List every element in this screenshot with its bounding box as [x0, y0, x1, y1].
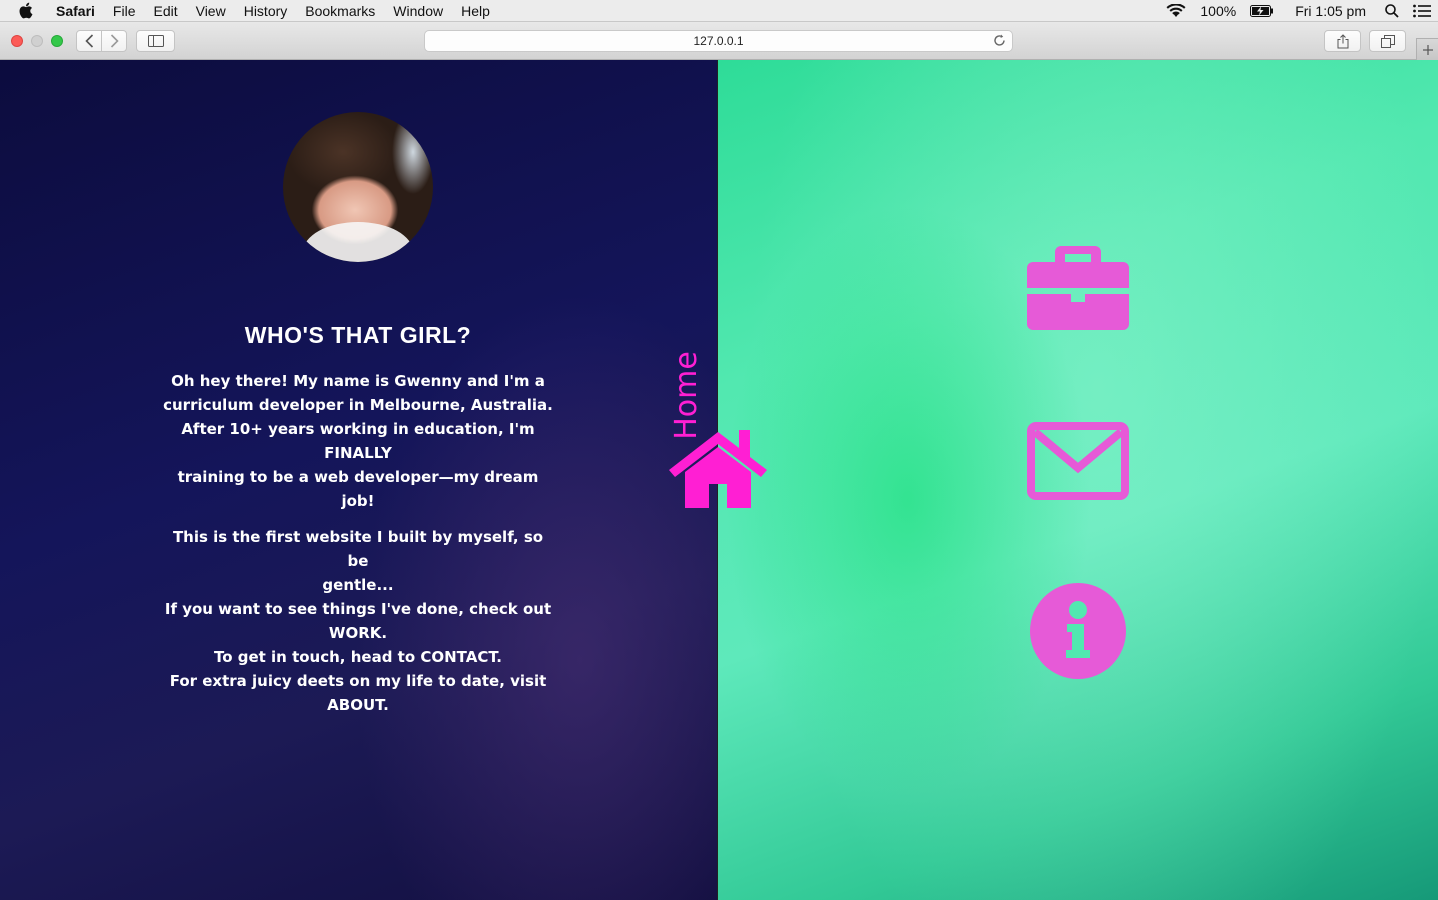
url-text: 127.0.0.1 [693, 34, 744, 48]
menu-view[interactable]: View [187, 3, 235, 19]
detail-line: For extra juicy deets on my life to date… [169, 672, 547, 690]
intro-line: curriculum developer in Melbourne, Austr… [163, 396, 553, 414]
menu-history[interactable]: History [235, 3, 297, 19]
profile-photo-shirt [303, 222, 413, 262]
briefcase-icon[interactable] [1027, 242, 1129, 332]
tabs-icon [1380, 34, 1395, 48]
share-button[interactable] [1324, 30, 1361, 52]
home-label-text: Home [668, 350, 704, 440]
browser-toolbar: 127.0.0.1 [0, 22, 1438, 60]
sidebar-button[interactable] [136, 30, 175, 52]
detail-line: If you want to see things I've done, che… [164, 600, 552, 618]
minimize-window-button[interactable] [31, 35, 43, 47]
envelope-icon[interactable] [1027, 422, 1129, 500]
plus-icon [1422, 44, 1433, 55]
menu-file[interactable]: File [104, 3, 145, 19]
list-icon[interactable] [1413, 4, 1431, 18]
menu-bar: Safari File Edit View History Bookmarks … [0, 0, 1438, 22]
home-icon[interactable] [667, 428, 769, 510]
details-paragraph: This is the first website I built by mys… [160, 525, 556, 717]
detail-line: ABOUT. [327, 696, 389, 714]
web-page: WHO'S THAT GIRL? Oh hey there! My name i… [0, 60, 1438, 900]
battery-percent[interactable]: 100% [1200, 3, 1236, 19]
menu-help[interactable]: Help [452, 3, 499, 19]
reload-icon[interactable] [993, 34, 1007, 48]
address-bar[interactable]: 127.0.0.1 [424, 30, 1013, 52]
intro-line: Oh hey there! My name is Gwenny and I'm … [171, 372, 545, 390]
close-window-button[interactable] [11, 35, 23, 47]
navigation-buttons [76, 30, 127, 52]
battery-charging-icon[interactable] [1250, 4, 1274, 17]
info-icon[interactable] [1029, 582, 1127, 680]
detail-line: To get in touch, head to CONTACT. [213, 648, 503, 666]
wifi-icon[interactable] [1166, 3, 1186, 18]
menu-bookmarks[interactable]: Bookmarks [296, 3, 384, 19]
menu-app-safari[interactable]: Safari [50, 3, 104, 19]
detail-line: This is the first website I built by mys… [172, 528, 544, 570]
intro-panel: WHO'S THAT GIRL? Oh hey there! My name i… [0, 60, 718, 900]
intro-paragraph: Oh hey there! My name is Gwenny and I'm … [160, 369, 556, 513]
apple-icon[interactable] [18, 2, 36, 20]
back-button[interactable] [77, 31, 101, 51]
forward-button[interactable] [101, 31, 126, 51]
sidebar-icon [147, 35, 164, 47]
intro-line: training to be a web developer—my dream … [177, 468, 539, 510]
intro-line: After 10+ years working in education, I'… [181, 420, 535, 462]
search-icon[interactable] [1385, 3, 1399, 18]
chevron-left-icon [85, 34, 93, 48]
bio-text: Oh hey there! My name is Gwenny and I'm … [160, 369, 556, 729]
menu-window[interactable]: Window [384, 3, 452, 19]
menu-edit[interactable]: Edit [144, 3, 186, 19]
profile-photo [283, 112, 433, 262]
chevron-right-icon [110, 34, 119, 48]
detail-line: WORK. [328, 624, 388, 642]
page-title: WHO'S THAT GIRL? [244, 322, 472, 348]
detail-line: gentle... [322, 576, 394, 594]
show-tabs-button[interactable] [1369, 30, 1406, 52]
clock[interactable]: Fri 1:05 pm [1295, 3, 1366, 19]
new-tab-button[interactable] [1416, 38, 1438, 60]
share-icon [1337, 33, 1348, 48]
maximize-window-button[interactable] [51, 35, 63, 47]
